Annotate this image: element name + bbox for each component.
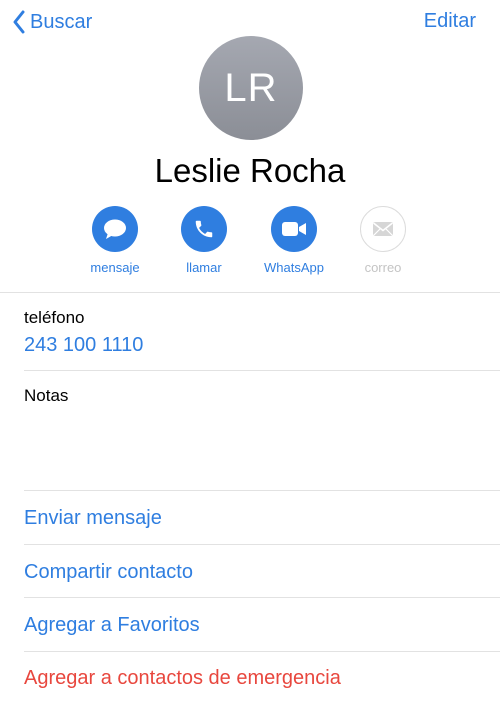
divider: [24, 370, 500, 371]
call-action-circle[interactable]: [181, 206, 227, 252]
back-button[interactable]: Buscar: [12, 6, 92, 38]
video-icon: [282, 222, 306, 236]
divider: [24, 490, 500, 491]
message-action-label: mensaje: [90, 260, 140, 275]
back-button-label: Buscar: [30, 10, 93, 33]
divider: [24, 651, 500, 652]
contact-name: Leslie Rocha: [154, 152, 346, 189]
call-action-label: llamar: [186, 260, 222, 275]
phone-icon: [195, 220, 213, 238]
divider: [0, 292, 500, 293]
message-bubble-icon: [104, 219, 126, 239]
notes-field[interactable]: Notas: [24, 386, 68, 406]
add-to-favorites-row[interactable]: Agregar a Favoritos: [24, 614, 500, 637]
whatsapp-action-button[interactable]: WhatsApp: [254, 206, 334, 275]
edit-button[interactable]: Editar: [424, 10, 476, 33]
whatsapp-action-circle[interactable]: [271, 206, 317, 252]
send-message-row[interactable]: Enviar mensaje: [24, 507, 500, 530]
divider: [24, 544, 500, 545]
chevron-left-icon: [13, 10, 25, 34]
phone-field-label: teléfono: [24, 308, 85, 327]
phone-number-link[interactable]: 243 100 1110: [24, 334, 143, 357]
share-contact-row[interactable]: Compartir contacto: [24, 561, 500, 584]
divider: [24, 597, 500, 598]
message-action-circle[interactable]: [92, 206, 138, 252]
add-to-emergency-contacts-row[interactable]: Agregar a contactos de emergencia: [24, 667, 500, 690]
mail-icon: [373, 222, 393, 236]
mail-action-circle[interactable]: [360, 206, 406, 252]
message-action-button[interactable]: mensaje: [75, 206, 155, 275]
quick-actions: mensaje llamar WhatsApp correo: [0, 206, 500, 286]
whatsapp-action-label: WhatsApp: [264, 260, 324, 275]
avatar-initials: LR: [224, 65, 278, 110]
mail-action-label: correo: [364, 260, 402, 275]
call-action-button[interactable]: llamar: [164, 206, 244, 275]
avatar: LR: [199, 36, 303, 140]
mail-action-button[interactable]: correo: [343, 206, 423, 275]
